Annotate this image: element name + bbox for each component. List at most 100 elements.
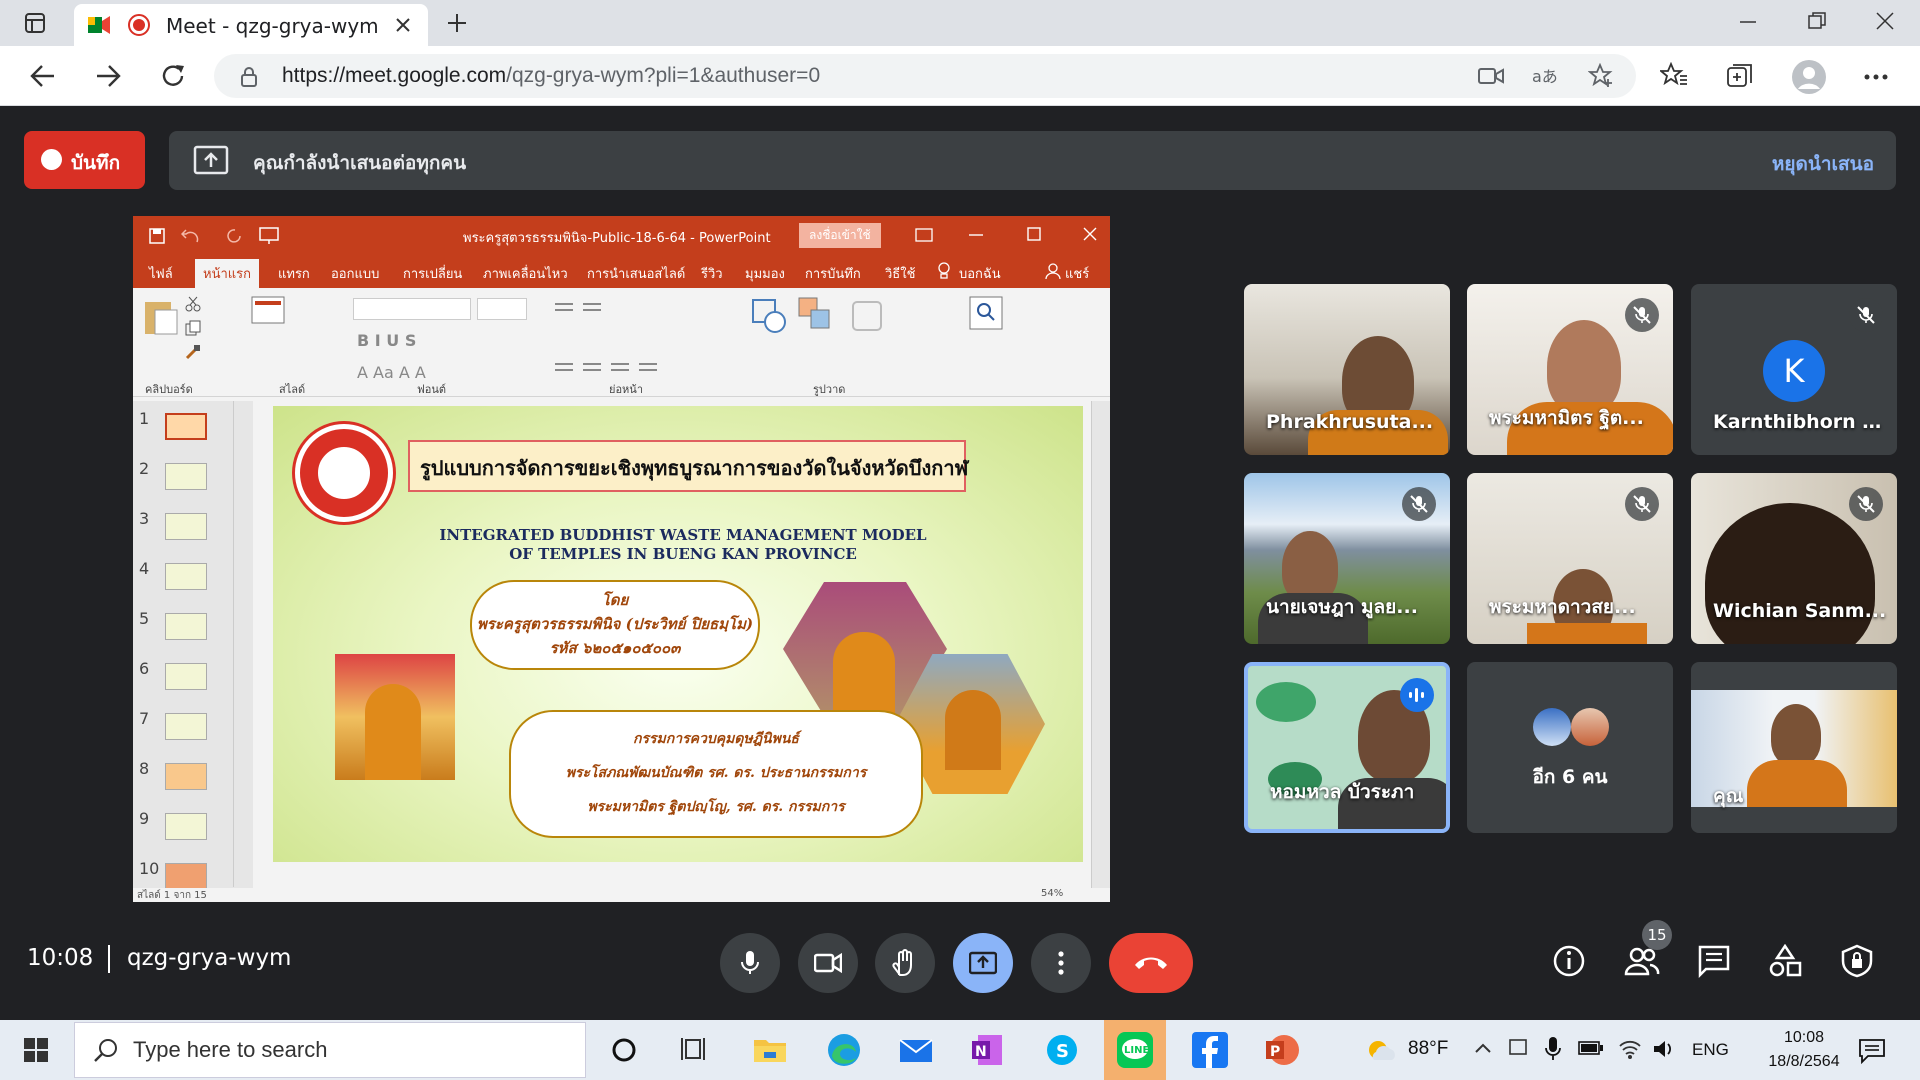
slide-thumbnail[interactable] [165,613,207,640]
participant-tile-active-speaker[interactable]: หอมหวล บัวระภา [1244,662,1450,833]
ppt-tab-design[interactable]: ออกแบบ [331,263,379,284]
ppt-maximize-icon[interactable] [1027,227,1041,241]
ppt-tab-slideshow[interactable]: การนำเสนอสไลด์ [587,263,685,284]
zoom-level[interactable]: 54% [1041,888,1063,899]
forward-icon[interactable] [95,64,121,88]
ppt-tab-file[interactable]: ไฟล์ [149,263,173,284]
onenote-icon[interactable]: N [970,1032,1006,1068]
ppt-share-button[interactable]: แชร์ [1065,263,1089,284]
favorites-icon[interactable] [1660,62,1688,88]
self-view-tile[interactable]: คุณ [1691,662,1897,833]
ppt-close-icon[interactable] [1083,227,1097,241]
present-now-button[interactable] [953,933,1013,993]
volume-icon[interactable] [1652,1038,1676,1060]
close-window-icon[interactable] [1876,12,1894,30]
slide-thumbnail[interactable] [165,413,207,440]
slide-thumbnail[interactable] [165,863,207,890]
ppt-tab-help[interactable]: วิธีใช้ [885,263,915,284]
url-field[interactable]: https://meet.google.com/qzg-grya-wym?pli… [214,54,1636,98]
copy-icon[interactable] [185,320,201,336]
quick-styles-icon[interactable] [847,296,887,336]
record-button[interactable]: บันทึก [24,131,145,189]
ppt-tab-insert[interactable]: แทรก [278,263,310,284]
activities-icon[interactable] [1768,944,1802,978]
participant-tile[interactable]: Wichian Sanm... [1691,473,1897,644]
slide-thumbnail[interactable] [165,563,207,590]
editing-search-icon[interactable] [969,296,1003,330]
collections-icon[interactable] [1726,62,1754,90]
camera-button[interactable] [798,933,858,993]
notification-center-icon[interactable] [1858,1038,1886,1064]
profile-avatar-icon[interactable] [1792,60,1826,94]
weather-temperature[interactable]: 88°F [1408,1038,1448,1060]
lock-icon[interactable] [240,66,258,88]
translate-icon[interactable]: aあ [1532,64,1560,88]
slide-thumbnail[interactable] [165,763,207,790]
paragraph-icons[interactable] [553,298,723,378]
shapes-icon[interactable] [749,296,789,336]
stop-presenting-button[interactable]: หยุดนำเสนอ [1772,149,1874,179]
slide-thumbnail[interactable] [165,513,207,540]
slide-thumbnail[interactable] [165,663,207,690]
participant-tile[interactable]: K Karnthibhorn C... [1691,284,1897,455]
participant-tile[interactable]: Phrakhrusuta... [1244,284,1450,455]
close-tab-icon[interactable] [396,18,410,32]
ppt-tab-transitions[interactable]: การเปลี่ยน [403,263,462,284]
font-size-box[interactable] [477,298,527,320]
microphone-button[interactable] [720,933,780,993]
meeting-details-icon[interactable] [1552,944,1586,978]
ppt-tab-recording[interactable]: การบันทึก [805,263,861,284]
skype-icon[interactable]: S [1044,1032,1080,1068]
task-view-icon[interactable] [678,1032,714,1068]
windows-start-icon[interactable] [24,1038,48,1062]
camera-status-icon[interactable] [1478,65,1504,87]
ppt-tab-view[interactable]: มุมมอง [745,263,785,284]
ppt-tell-me[interactable]: บอกฉัน [959,263,1001,284]
ppt-minimize-icon[interactable] [969,234,983,236]
font-format-icons[interactable]: B I U S A Aa A A [355,328,535,388]
host-controls-icon[interactable] [1840,944,1874,978]
raise-hand-button[interactable] [875,933,935,993]
format-painter-icon[interactable] [185,344,201,360]
new-slide-icon[interactable] [251,296,285,326]
microphone-tray-icon[interactable] [1544,1036,1562,1062]
input-language[interactable]: ENG [1692,1040,1729,1060]
powerpoint-taskbar-icon[interactable]: P [1264,1032,1300,1068]
tab-actions-icon[interactable] [24,12,46,34]
network-icon[interactable] [1506,1038,1530,1060]
meeting-code[interactable]: qzg-grya-wym [127,945,291,971]
back-icon[interactable] [30,64,56,88]
edge-browser-icon[interactable] [826,1032,862,1068]
file-explorer-icon[interactable] [752,1032,788,1068]
more-participants-tile[interactable]: อีก 6 คน [1467,662,1673,833]
restore-icon[interactable] [1808,12,1826,30]
slide-thumbnail[interactable] [165,463,207,490]
minimize-icon[interactable] [1740,20,1756,24]
show-hidden-icons-icon[interactable] [1474,1042,1492,1054]
taskbar-search-box[interactable]: Type here to search [74,1022,586,1078]
mail-icon[interactable] [898,1032,934,1068]
leave-call-button[interactable] [1109,933,1193,993]
redo-icon[interactable] [227,228,243,244]
participant-tile[interactable]: นายเจษฎา มูลย... [1244,473,1450,644]
ribbon-display-icon[interactable] [915,228,933,242]
undo-icon[interactable] [181,228,199,244]
save-icon[interactable] [149,228,165,244]
present-from-start-icon[interactable] [259,227,279,245]
participant-tile[interactable]: พระมหามิตร ฐิต... [1467,284,1673,455]
new-tab-icon[interactable] [446,12,468,34]
slide-scrollbar[interactable] [1091,401,1110,888]
battery-icon[interactable] [1578,1040,1604,1056]
cortana-icon[interactable] [606,1032,642,1068]
add-favorite-icon[interactable] [1588,63,1614,89]
reload-icon[interactable] [160,63,186,89]
facebook-icon[interactable] [1192,1032,1228,1068]
more-options-button[interactable] [1031,933,1091,993]
more-menu-icon[interactable] [1864,74,1888,80]
slide-thumbnail[interactable] [165,713,207,740]
chat-icon[interactable] [1697,944,1731,978]
system-clock[interactable]: 10:08 18/8/2564 [1764,1026,1844,1074]
thumbnails-scrollbar[interactable] [233,401,251,887]
slide-thumbnail[interactable] [165,813,207,840]
participant-tile[interactable]: พระมหาดาวสย... [1467,473,1673,644]
